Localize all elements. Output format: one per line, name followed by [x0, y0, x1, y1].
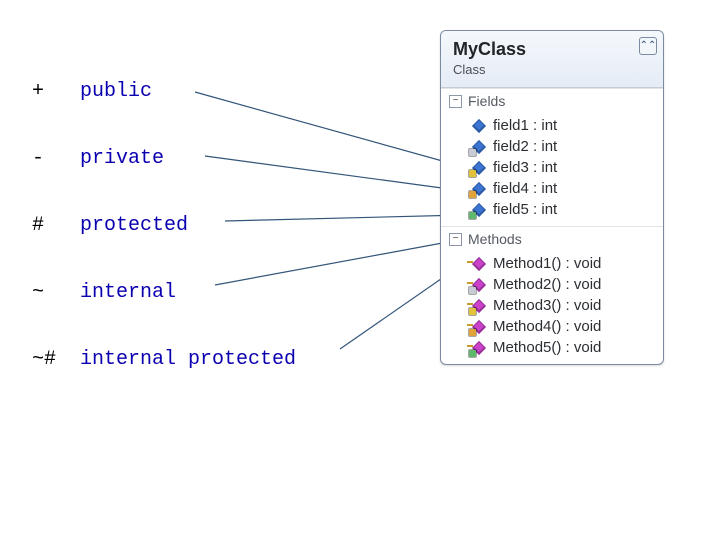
field-row[interactable]: field2 : int	[441, 136, 663, 157]
legend-symbol: ~#	[32, 348, 80, 371]
method-row[interactable]: Method4() : void	[441, 316, 663, 337]
fields-list: field1 : int field2 : int field3 : int f…	[441, 113, 663, 226]
field-icon	[471, 181, 487, 197]
method-name: Method5() : void	[493, 339, 601, 356]
method-name: Method1() : void	[493, 255, 601, 272]
legend-symbol: -	[32, 147, 80, 170]
legend-row-internal: ~ internal	[32, 281, 296, 304]
class-header[interactable]: MyClass Class ⌃⌃	[441, 31, 663, 88]
method-icon	[471, 319, 487, 335]
field-row[interactable]: field4 : int	[441, 178, 663, 199]
legend-row-internal-protected: ~# internal protected	[32, 348, 296, 371]
method-row[interactable]: Method5() : void	[441, 337, 663, 358]
class-designer-box[interactable]: MyClass Class ⌃⌃ − Fields field1 : int f…	[440, 30, 664, 365]
legend-label: private	[80, 147, 164, 170]
field-row[interactable]: field5 : int	[441, 199, 663, 220]
method-name: Method3() : void	[493, 297, 601, 314]
legend-row-private: - private	[32, 147, 296, 170]
method-icon	[471, 277, 487, 293]
field-icon	[471, 118, 487, 134]
field-name: field5 : int	[493, 201, 557, 218]
section-methods-header[interactable]: − Methods	[441, 226, 663, 251]
chevron-up-icon[interactable]: ⌃⌃	[639, 37, 657, 55]
field-icon	[471, 139, 487, 155]
field-row[interactable]: field3 : int	[441, 157, 663, 178]
class-title: MyClass	[453, 39, 653, 60]
legend-label: internal protected	[80, 348, 296, 371]
legend-symbol: ~	[32, 281, 80, 304]
section-fields-header[interactable]: − Fields	[441, 88, 663, 113]
method-icon	[471, 340, 487, 356]
method-icon	[471, 256, 487, 272]
method-row[interactable]: Method1() : void	[441, 253, 663, 274]
field-name: field3 : int	[493, 159, 557, 176]
legend-label: protected	[80, 214, 188, 237]
collapse-icon[interactable]: −	[449, 95, 462, 108]
legend-label: public	[80, 80, 152, 103]
legend-row-public: + public	[32, 80, 296, 103]
field-row[interactable]: field1 : int	[441, 115, 663, 136]
field-name: field4 : int	[493, 180, 557, 197]
field-icon	[471, 202, 487, 218]
method-icon	[471, 298, 487, 314]
method-row[interactable]: Method3() : void	[441, 295, 663, 316]
legend-symbol: +	[32, 80, 80, 103]
section-label: Methods	[468, 231, 522, 247]
field-name: field2 : int	[493, 138, 557, 155]
method-row[interactable]: Method2() : void	[441, 274, 663, 295]
legend-row-protected: # protected	[32, 214, 296, 237]
class-stereotype: Class	[453, 62, 653, 77]
method-name: Method4() : void	[493, 318, 601, 335]
collapse-icon[interactable]: −	[449, 233, 462, 246]
method-name: Method2() : void	[493, 276, 601, 293]
legend-symbol: #	[32, 214, 80, 237]
legend-label: internal	[80, 281, 176, 304]
methods-list: Method1() : void Method2() : void Method…	[441, 251, 663, 364]
access-legend: + public - private # protected ~ interna…	[32, 80, 296, 415]
section-label: Fields	[468, 93, 505, 109]
field-icon	[471, 160, 487, 176]
field-name: field1 : int	[493, 117, 557, 134]
